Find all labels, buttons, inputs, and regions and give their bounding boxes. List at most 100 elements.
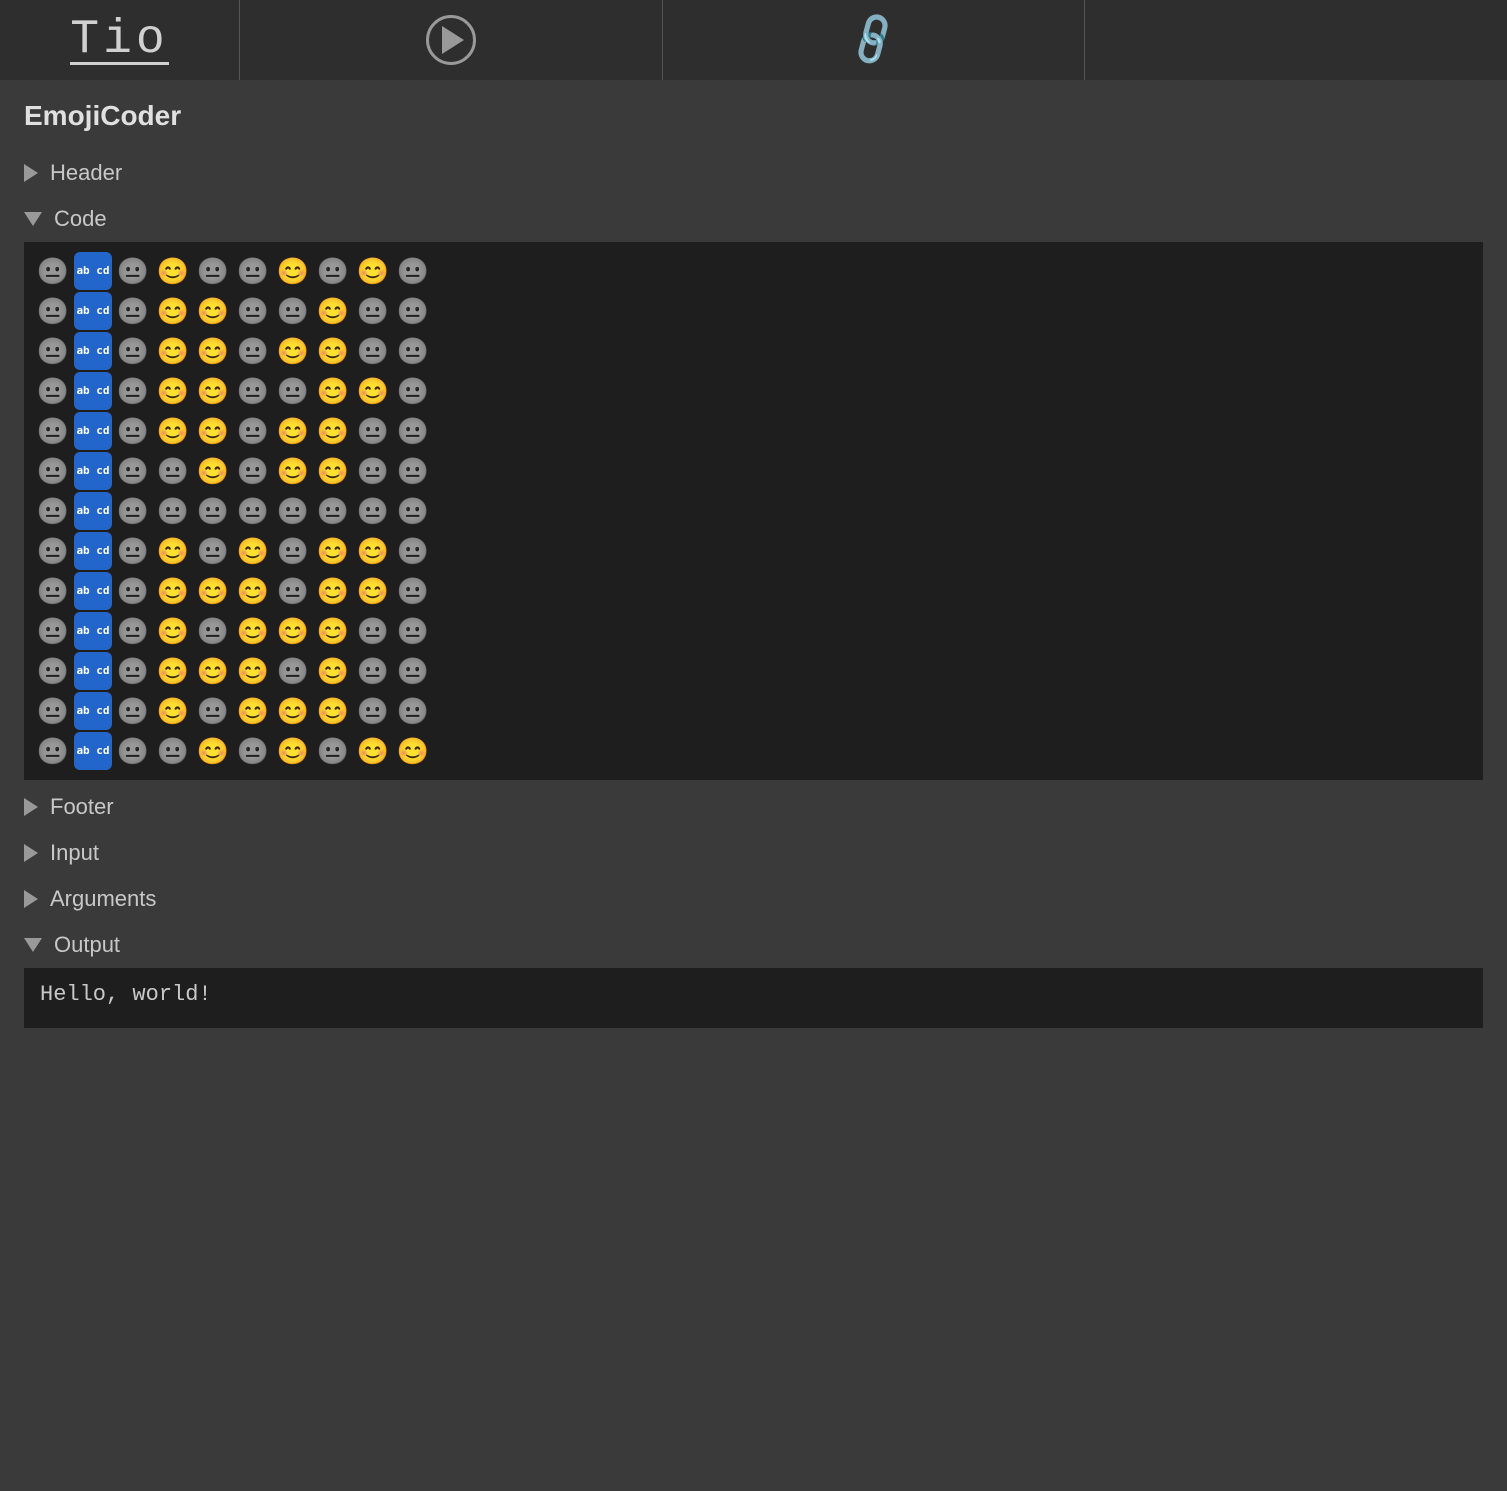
input-section-label: Input — [50, 840, 99, 866]
emoji-cell: 😐 — [314, 252, 352, 290]
emoji-cell: 😐 — [34, 612, 72, 650]
emoji-cell: 😐 — [234, 412, 272, 450]
abcd-cell: ab cd — [74, 292, 112, 330]
emoji-cell: 😐 — [354, 692, 392, 730]
emoji-row: 😐ab cd😐😊😐😊😊😊😐😐 — [34, 612, 1473, 650]
emoji-cell: 😊 — [394, 732, 432, 770]
tio-logo-text: Tio — [70, 13, 168, 67]
emoji-cell: 😐 — [314, 732, 352, 770]
emoji-cell: 😊 — [234, 572, 272, 610]
abcd-cell: ab cd — [74, 532, 112, 570]
abcd-cell: ab cd — [74, 252, 112, 290]
emoji-cell: 😐 — [114, 732, 152, 770]
code-editor[interactable]: 😐ab cd😐😊😐😐😊😐😊😐😐ab cd😐😊😊😐😐😊😐😐😐ab cd😐😊😊😐😊😊… — [24, 242, 1483, 780]
emoji-row: 😐ab cd😐😐😐😐😐😐😐😐 — [34, 492, 1473, 530]
emoji-cell: 😐 — [34, 412, 72, 450]
emoji-row: 😐ab cd😐😊😊😐😊😊😐😐 — [34, 332, 1473, 370]
emoji-row: 😐ab cd😐😊😐😊😐😊😊😐 — [34, 532, 1473, 570]
emoji-cell: 😊 — [194, 372, 232, 410]
emoji-cell: 😊 — [194, 572, 232, 610]
emoji-cell: 😐 — [394, 572, 432, 610]
emoji-cell: 😐 — [34, 732, 72, 770]
emoji-cell: 😐 — [114, 492, 152, 530]
emoji-cell: 😐 — [234, 492, 272, 530]
input-section-toggle[interactable]: Input — [24, 830, 1483, 876]
footer-section-toggle[interactable]: Footer — [24, 784, 1483, 830]
code-section-toggle[interactable]: Code — [24, 196, 1483, 242]
chain-link-icon: 🔗 — [842, 9, 905, 71]
abcd-cell: ab cd — [74, 652, 112, 690]
emoji-cell: 😊 — [194, 332, 232, 370]
header-section-toggle[interactable]: Header — [24, 150, 1483, 196]
emoji-cell: 😊 — [194, 652, 232, 690]
abcd-cell: ab cd — [74, 412, 112, 450]
brand-logo: Tio — [0, 0, 240, 80]
run-button[interactable] — [240, 0, 663, 80]
emoji-cell: 😐 — [154, 492, 192, 530]
main-content: EmojiCoder Header Code 😐ab cd😐😊😐😐😊😐😊😐😐ab… — [0, 80, 1507, 1048]
emoji-cell: 😊 — [154, 692, 192, 730]
emoji-cell: 😐 — [234, 452, 272, 490]
arguments-section-toggle[interactable]: Arguments — [24, 876, 1483, 922]
emoji-cell: 😐 — [194, 252, 232, 290]
emoji-cell: 😐 — [274, 572, 312, 610]
expand-down-icon — [24, 212, 42, 226]
emoji-cell: 😊 — [314, 372, 352, 410]
emoji-cell: 😐 — [114, 532, 152, 570]
emoji-cell: 😊 — [194, 732, 232, 770]
emoji-row: 😐ab cd😐😊😊😐😐😊😐😐 — [34, 292, 1473, 330]
emoji-cell: 😐 — [114, 372, 152, 410]
emoji-cell: 😊 — [154, 572, 192, 610]
emoji-cell: 😐 — [34, 332, 72, 370]
emoji-cell: 😐 — [114, 572, 152, 610]
emoji-cell: 😐 — [114, 332, 152, 370]
emoji-cell: 😐 — [114, 452, 152, 490]
emoji-cell: 😐 — [114, 612, 152, 650]
output-section-label: Output — [54, 932, 120, 958]
link-button[interactable]: 🔗 — [663, 0, 1086, 80]
emoji-cell: 😊 — [154, 332, 192, 370]
top-navigation: Tio 🔗 — [0, 0, 1507, 80]
emoji-cell: 😐 — [274, 652, 312, 690]
emoji-cell: 😐 — [354, 652, 392, 690]
emoji-cell: 😐 — [34, 252, 72, 290]
emoji-cell: 😊 — [154, 292, 192, 330]
emoji-cell: 😊 — [274, 452, 312, 490]
emoji-cell: 😐 — [114, 412, 152, 450]
emoji-cell: 😊 — [274, 732, 312, 770]
emoji-cell: 😐 — [274, 292, 312, 330]
emoji-cell: 😊 — [354, 372, 392, 410]
emoji-cell: 😐 — [34, 492, 72, 530]
emoji-cell: 😐 — [154, 452, 192, 490]
emoji-row: 😐ab cd😐😐😊😐😊😊😐😐 — [34, 452, 1473, 490]
abcd-cell: ab cd — [74, 332, 112, 370]
abcd-cell: ab cd — [74, 732, 112, 770]
emoji-cell: 😊 — [274, 692, 312, 730]
emoji-cell: 😐 — [394, 692, 432, 730]
emoji-cell: 😊 — [194, 412, 232, 450]
nav-spacer — [1085, 0, 1507, 80]
abcd-cell: ab cd — [74, 572, 112, 610]
emoji-cell: 😐 — [394, 412, 432, 450]
emoji-cell: 😊 — [314, 292, 352, 330]
emoji-cell: 😐 — [154, 732, 192, 770]
emoji-cell: 😐 — [394, 332, 432, 370]
emoji-grid: 😐ab cd😐😊😐😐😊😐😊😐😐ab cd😐😊😊😐😐😊😐😐😐ab cd😐😊😊😐😊😊… — [34, 252, 1473, 770]
emoji-cell: 😐 — [234, 252, 272, 290]
emoji-cell: 😐 — [394, 452, 432, 490]
emoji-cell: 😐 — [394, 652, 432, 690]
emoji-cell: 😐 — [234, 372, 272, 410]
emoji-row: 😐ab cd😐😊😐😊😊😊😐😐 — [34, 692, 1473, 730]
emoji-cell: 😐 — [394, 292, 432, 330]
emoji-cell: 😊 — [354, 252, 392, 290]
code-section-label: Code — [54, 206, 107, 232]
emoji-cell: 😊 — [314, 332, 352, 370]
emoji-cell: 😊 — [354, 532, 392, 570]
emoji-cell: 😐 — [194, 532, 232, 570]
emoji-cell: 😐 — [354, 412, 392, 450]
emoji-cell: 😊 — [154, 532, 192, 570]
emoji-row: 😐ab cd😐😐😊😐😊😐😊😊 — [34, 732, 1473, 770]
emoji-row: 😐ab cd😐😊😊😊😐😊😐😐 — [34, 652, 1473, 690]
play-triangle-shape — [442, 26, 464, 54]
output-section-toggle[interactable]: Output — [24, 922, 1483, 968]
